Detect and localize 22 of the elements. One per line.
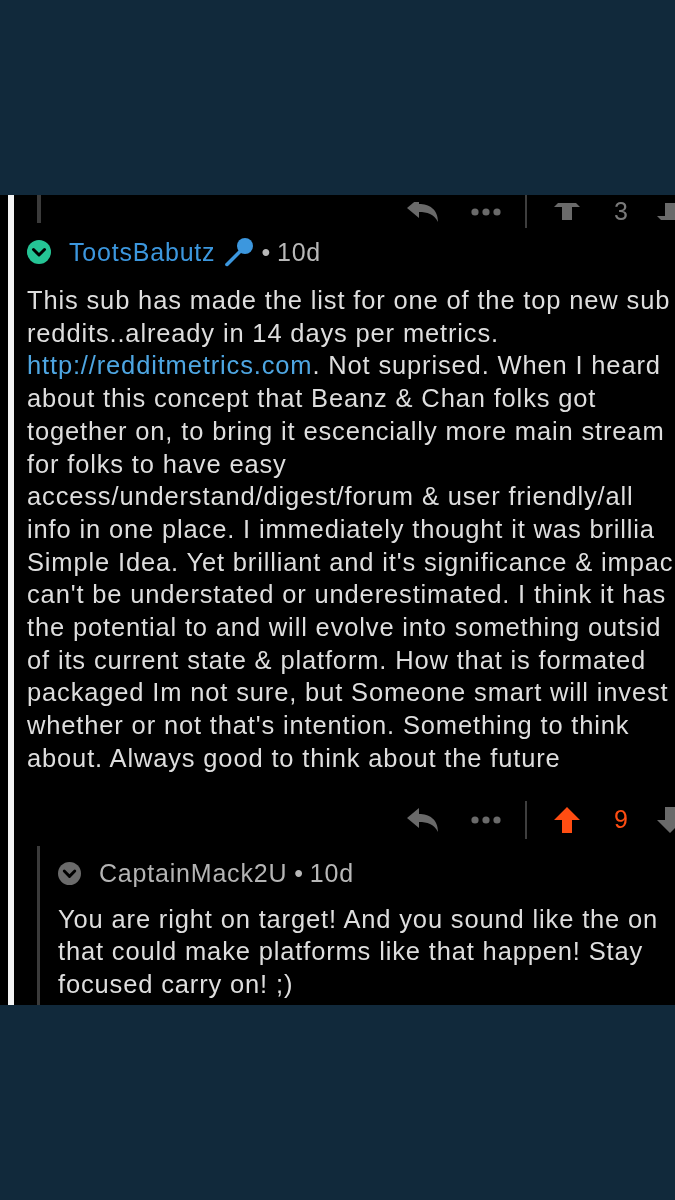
reply-arrow-icon[interactable] xyxy=(407,201,439,222)
downvote-arrow-icon[interactable] xyxy=(657,203,675,220)
collapse-chevron-icon[interactable] xyxy=(27,240,51,264)
downvote-arrow-icon[interactable] xyxy=(657,806,675,833)
author-name[interactable]: TootsBabutz xyxy=(69,237,216,267)
upvote-arrow-icon[interactable] xyxy=(554,203,581,220)
reply-arrow-icon[interactable] xyxy=(407,807,439,832)
comment-text: You are right on target! And you sound like the on that could make platforms like that happen! Stay focused carry on! ;) xyxy=(58,903,659,1000)
comment-text: This sub has made the list for one of the top new sub reddits..already in 14 days per metrics. http://redditmetrics.com. Not suprised. When I heard about this concept that Beanz & Chan folks got together on, to bring it escencially more main stream for folks to have easy access/understand/digest/forum & user friendly/all info in one place. I immediately thought it was brillia Simple Idea. Yet brilliant and it's significance & impac can't be understated or underestimated. I think it has the potential to and will evolve into something outsid of its current state & platform. How that is formated packaged Im not sure, but Someone smart will invest whether or not that's intention. Something to think about. Always good to think about the future xyxy=(27,285,674,774)
microphone-icon xyxy=(224,237,255,267)
link[interactable]: http://redditmetrics.com xyxy=(27,351,313,380)
comment-age: 10d xyxy=(309,859,354,889)
separator-dot: • xyxy=(261,237,271,267)
collapse-chevron-icon[interactable] xyxy=(58,862,81,886)
vote-score: 9 xyxy=(614,807,628,833)
comment-age: 10d xyxy=(276,237,322,267)
author-name[interactable]: CaptainMack2U xyxy=(99,859,288,889)
separator-dot: • xyxy=(294,859,304,889)
more-options-icon[interactable] xyxy=(471,815,502,824)
vote-score: 3 xyxy=(614,199,628,224)
upvote-arrow-icon[interactable] xyxy=(554,806,581,833)
more-options-icon[interactable] xyxy=(471,207,502,216)
